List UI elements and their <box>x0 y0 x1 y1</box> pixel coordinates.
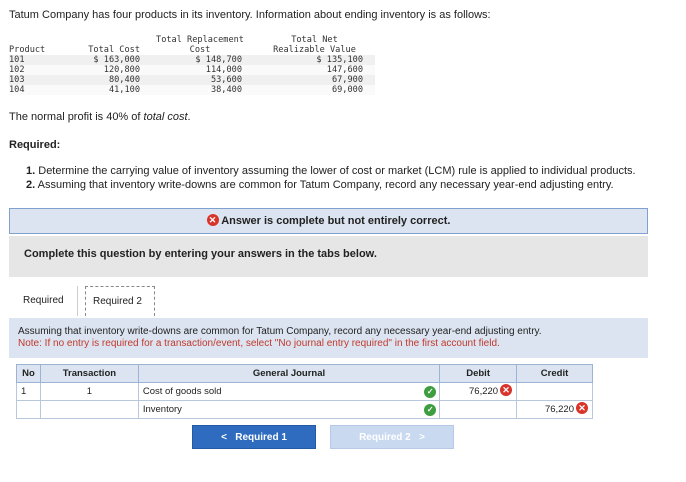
prev-required-button[interactable]: < Required 1 <box>192 425 316 449</box>
entry-no: 1 <box>16 382 41 401</box>
header-replacement-line1: Total Replacement <box>146 35 254 45</box>
problem-intro: Tatum Company has four products in its i… <box>9 9 491 21</box>
answer-status-banner: ✕ Answer is complete but not entirely co… <box>9 208 648 234</box>
requirement-number: 2. <box>26 178 36 191</box>
nrv-cell: 147,600 <box>254 65 375 75</box>
replacement-cost-cell: $ 148,700 <box>146 55 254 65</box>
journal-row: Inventory ✓ 76,220 ✕ <box>16 400 593 419</box>
journal-table: No Transaction General Journal Debit Cre… <box>16 364 593 419</box>
tab-required-2[interactable]: Required 2 <box>85 286 155 316</box>
inventory-table: Total Replacement Total Net Product Tota… <box>9 35 375 95</box>
nrv-cell: 69,000 <box>254 85 375 95</box>
question-text: Assuming that inventory write-downs are … <box>18 326 542 337</box>
header-no: No <box>16 364 41 383</box>
requirement-item: 2. Assuming that inventory write-downs a… <box>26 179 636 193</box>
table-row: 103 80,400 53,600 67,900 <box>9 75 375 85</box>
requirements-list: 1. Determine the carrying value of inven… <box>26 165 636 192</box>
requirement-item: 1. Determine the carrying value of inven… <box>26 165 636 179</box>
credit-field[interactable]: 76,220 ✕ <box>516 400 593 419</box>
check-circle-icon: ✓ <box>424 404 437 416</box>
next-required-button[interactable]: Required 2 > <box>330 425 454 449</box>
credit-value: 76,220 <box>544 404 574 415</box>
header-transaction: Transaction <box>39 364 139 383</box>
header-credit: Credit <box>516 364 593 383</box>
table-row: 101 $ 163,000 $ 148,700 $ 135,100 <box>9 55 375 65</box>
header-debit: Debit <box>439 364 518 383</box>
account-name: Cost of goods sold <box>142 386 222 397</box>
question-panel: Assuming that inventory write-downs are … <box>9 318 648 358</box>
total-cost-cell: 41,100 <box>64 85 146 95</box>
x-circle-icon: ✕ <box>500 384 513 397</box>
product-cell: 102 <box>9 65 64 75</box>
transaction-number <box>39 400 139 419</box>
header-nrv-line1: Total Net <box>254 35 375 45</box>
replacement-cost-cell: 38,400 <box>146 85 254 95</box>
total-cost-cell: $ 163,000 <box>64 55 146 65</box>
transaction-number: 1 <box>39 382 139 401</box>
instructions-bar: Complete this question by entering your … <box>9 236 648 277</box>
table-row: 104 41,100 38,400 69,000 <box>9 85 375 95</box>
profit-statement: The normal profit is 40% of total cost. <box>9 111 191 123</box>
account-field[interactable]: Inventory ✓ <box>137 400 441 419</box>
entry-no <box>16 400 41 419</box>
header-replacement-line2: Cost <box>146 45 254 55</box>
header-nrv-line2: Realizable Value <box>254 45 375 55</box>
chevron-left-icon: < <box>221 432 227 443</box>
replacement-cost-cell: 114,000 <box>146 65 254 75</box>
product-cell: 101 <box>9 55 64 65</box>
header-total-cost: Total Cost <box>64 45 146 55</box>
profit-prefix: The normal profit is 40% of <box>9 111 144 123</box>
banner-text: Answer is complete but not entirely corr… <box>221 215 451 227</box>
question-note: Note: If no entry is required for a tran… <box>18 338 500 349</box>
header-general-journal: General Journal <box>137 364 441 383</box>
journal-row: 1 1 Cost of goods sold ✓ 76,220 ✕ <box>16 382 593 401</box>
credit-field[interactable] <box>516 382 593 401</box>
debit-field[interactable]: 76,220 ✕ <box>439 382 518 401</box>
table-row: 102 120,800 114,000 147,600 <box>9 65 375 75</box>
debit-value: 76,220 <box>469 386 499 397</box>
requirement-number: 1. <box>26 165 36 177</box>
chevron-right-icon: > <box>419 432 425 443</box>
total-cost-cell: 120,800 <box>64 65 146 75</box>
header-product: Product <box>9 45 64 55</box>
tab-required-1[interactable]: Required 1 <box>16 286 78 336</box>
next-button-label: Required 2 <box>359 432 411 443</box>
profit-emphasis: total cost <box>143 111 188 123</box>
nrv-cell: 67,900 <box>254 75 375 85</box>
total-cost-cell: 80,400 <box>64 75 146 85</box>
product-cell: 103 <box>9 75 64 85</box>
account-field[interactable]: Cost of goods sold ✓ <box>137 382 441 401</box>
x-circle-icon: ✕ <box>576 402 588 415</box>
requirement-text: Determine the carrying value of inventor… <box>38 165 636 177</box>
profit-suffix: . <box>187 111 191 123</box>
replacement-cost-cell: 53,600 <box>146 75 254 85</box>
debit-field[interactable] <box>439 400 518 419</box>
product-cell: 104 <box>9 85 64 95</box>
prev-button-label: Required 1 <box>235 432 287 443</box>
required-heading: Required: <box>9 139 61 151</box>
x-circle-icon: ✕ <box>206 214 219 227</box>
account-name: Inventory <box>142 404 182 415</box>
nrv-cell: $ 135,100 <box>254 55 375 65</box>
check-circle-icon: ✓ <box>424 386 437 398</box>
requirement-text: Assuming that inventory write-downs are … <box>37 178 614 191</box>
